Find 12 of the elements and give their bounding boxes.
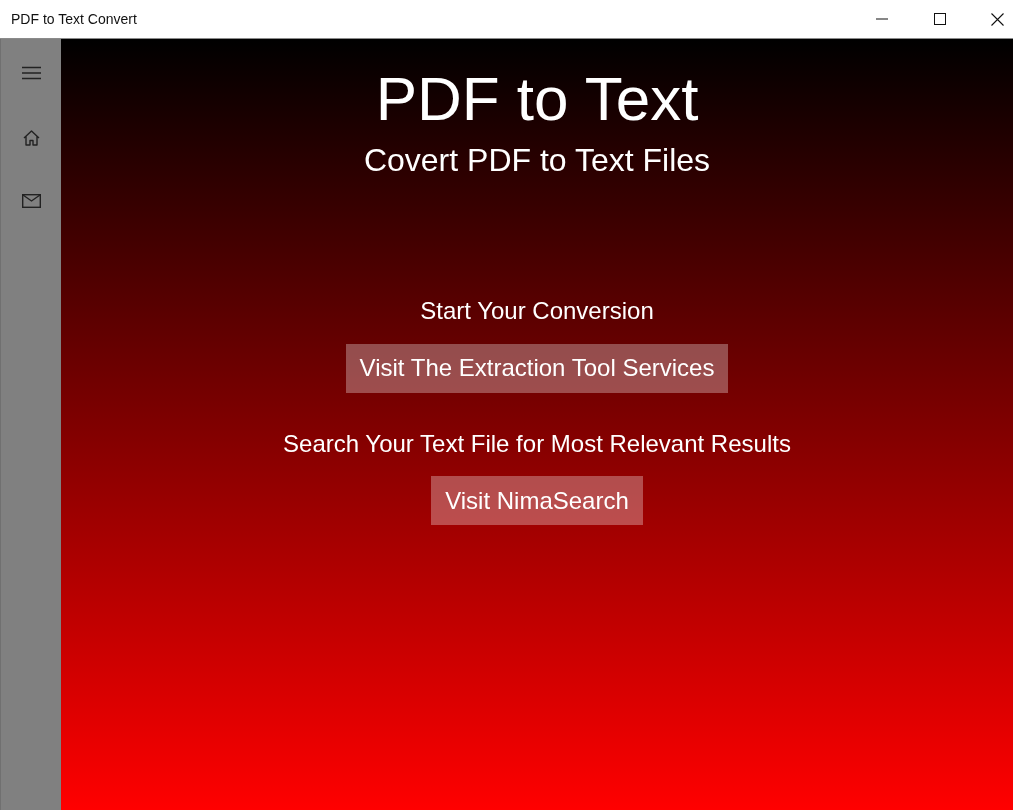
app-heading: PDF to Text (375, 63, 699, 135)
section-label: Start Your Conversion (420, 296, 654, 326)
window-title: PDF to Text Convert (11, 11, 137, 27)
app-subheading: Covert PDF to Text Files (363, 141, 711, 180)
home-icon[interactable] (22, 130, 40, 146)
mail-icon[interactable] (21, 194, 41, 208)
maximize-icon[interactable] (934, 13, 946, 25)
section-label: Search Your Text File for Most Relevant Results (283, 429, 791, 459)
visit-button[interactable]: Visit NimaSearch (431, 476, 643, 526)
menu-icon[interactable] (21, 66, 41, 80)
close-icon[interactable] (991, 12, 1004, 26)
visit-button[interactable]: Visit The Extraction Tool Services (345, 343, 729, 393)
